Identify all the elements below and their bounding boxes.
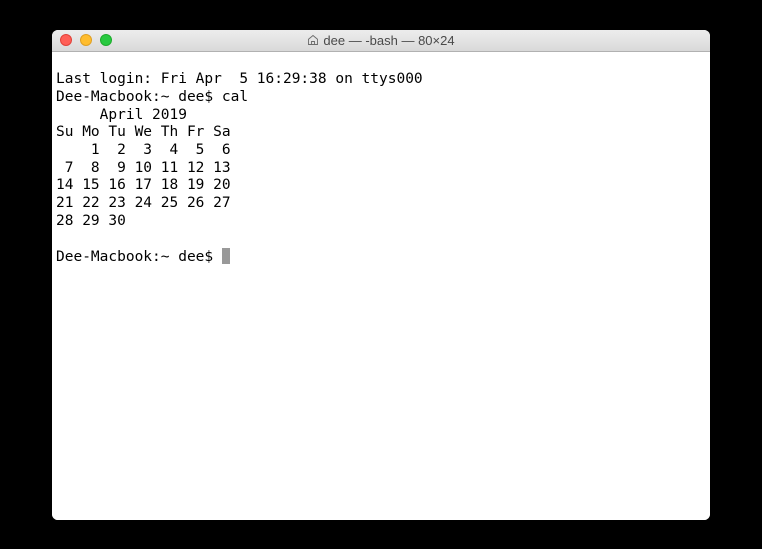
traffic-lights [60,34,112,46]
cal-row: 1 2 3 4 5 6 [56,142,231,158]
prompt-line-1: Dee-Macbook:~ dee$ cal [56,89,248,105]
cal-row: 28 29 30 [56,213,126,229]
cal-row: 7 8 9 10 11 12 13 [56,160,231,176]
cal-row: 21 22 23 24 25 26 27 [56,195,231,211]
window-title-text: dee — -bash — 80×24 [323,33,454,48]
window-title: dee — -bash — 80×24 [52,33,710,48]
cal-days-header: Su Mo Tu We Th Fr Sa [56,124,231,140]
cal-row: 14 15 16 17 18 19 20 [56,177,231,193]
terminal-window: dee — -bash — 80×24 Last login: Fri Apr … [52,30,710,520]
cursor [222,248,230,264]
titlebar: dee — -bash — 80×24 [52,30,710,52]
maximize-button[interactable] [100,34,112,46]
terminal-body[interactable]: Last login: Fri Apr 5 16:29:38 on ttys00… [52,52,710,520]
close-button[interactable] [60,34,72,46]
prompt-line-2: Dee-Macbook:~ dee$ [56,249,230,265]
command-text: cal [222,89,248,105]
prompt-text: Dee-Macbook:~ dee$ [56,89,222,105]
last-login-line: Last login: Fri Apr 5 16:29:38 on ttys00… [56,71,423,87]
home-icon [307,34,319,46]
cal-header: April 2019 [56,107,187,123]
prompt-text: Dee-Macbook:~ dee$ [56,249,222,265]
minimize-button[interactable] [80,34,92,46]
